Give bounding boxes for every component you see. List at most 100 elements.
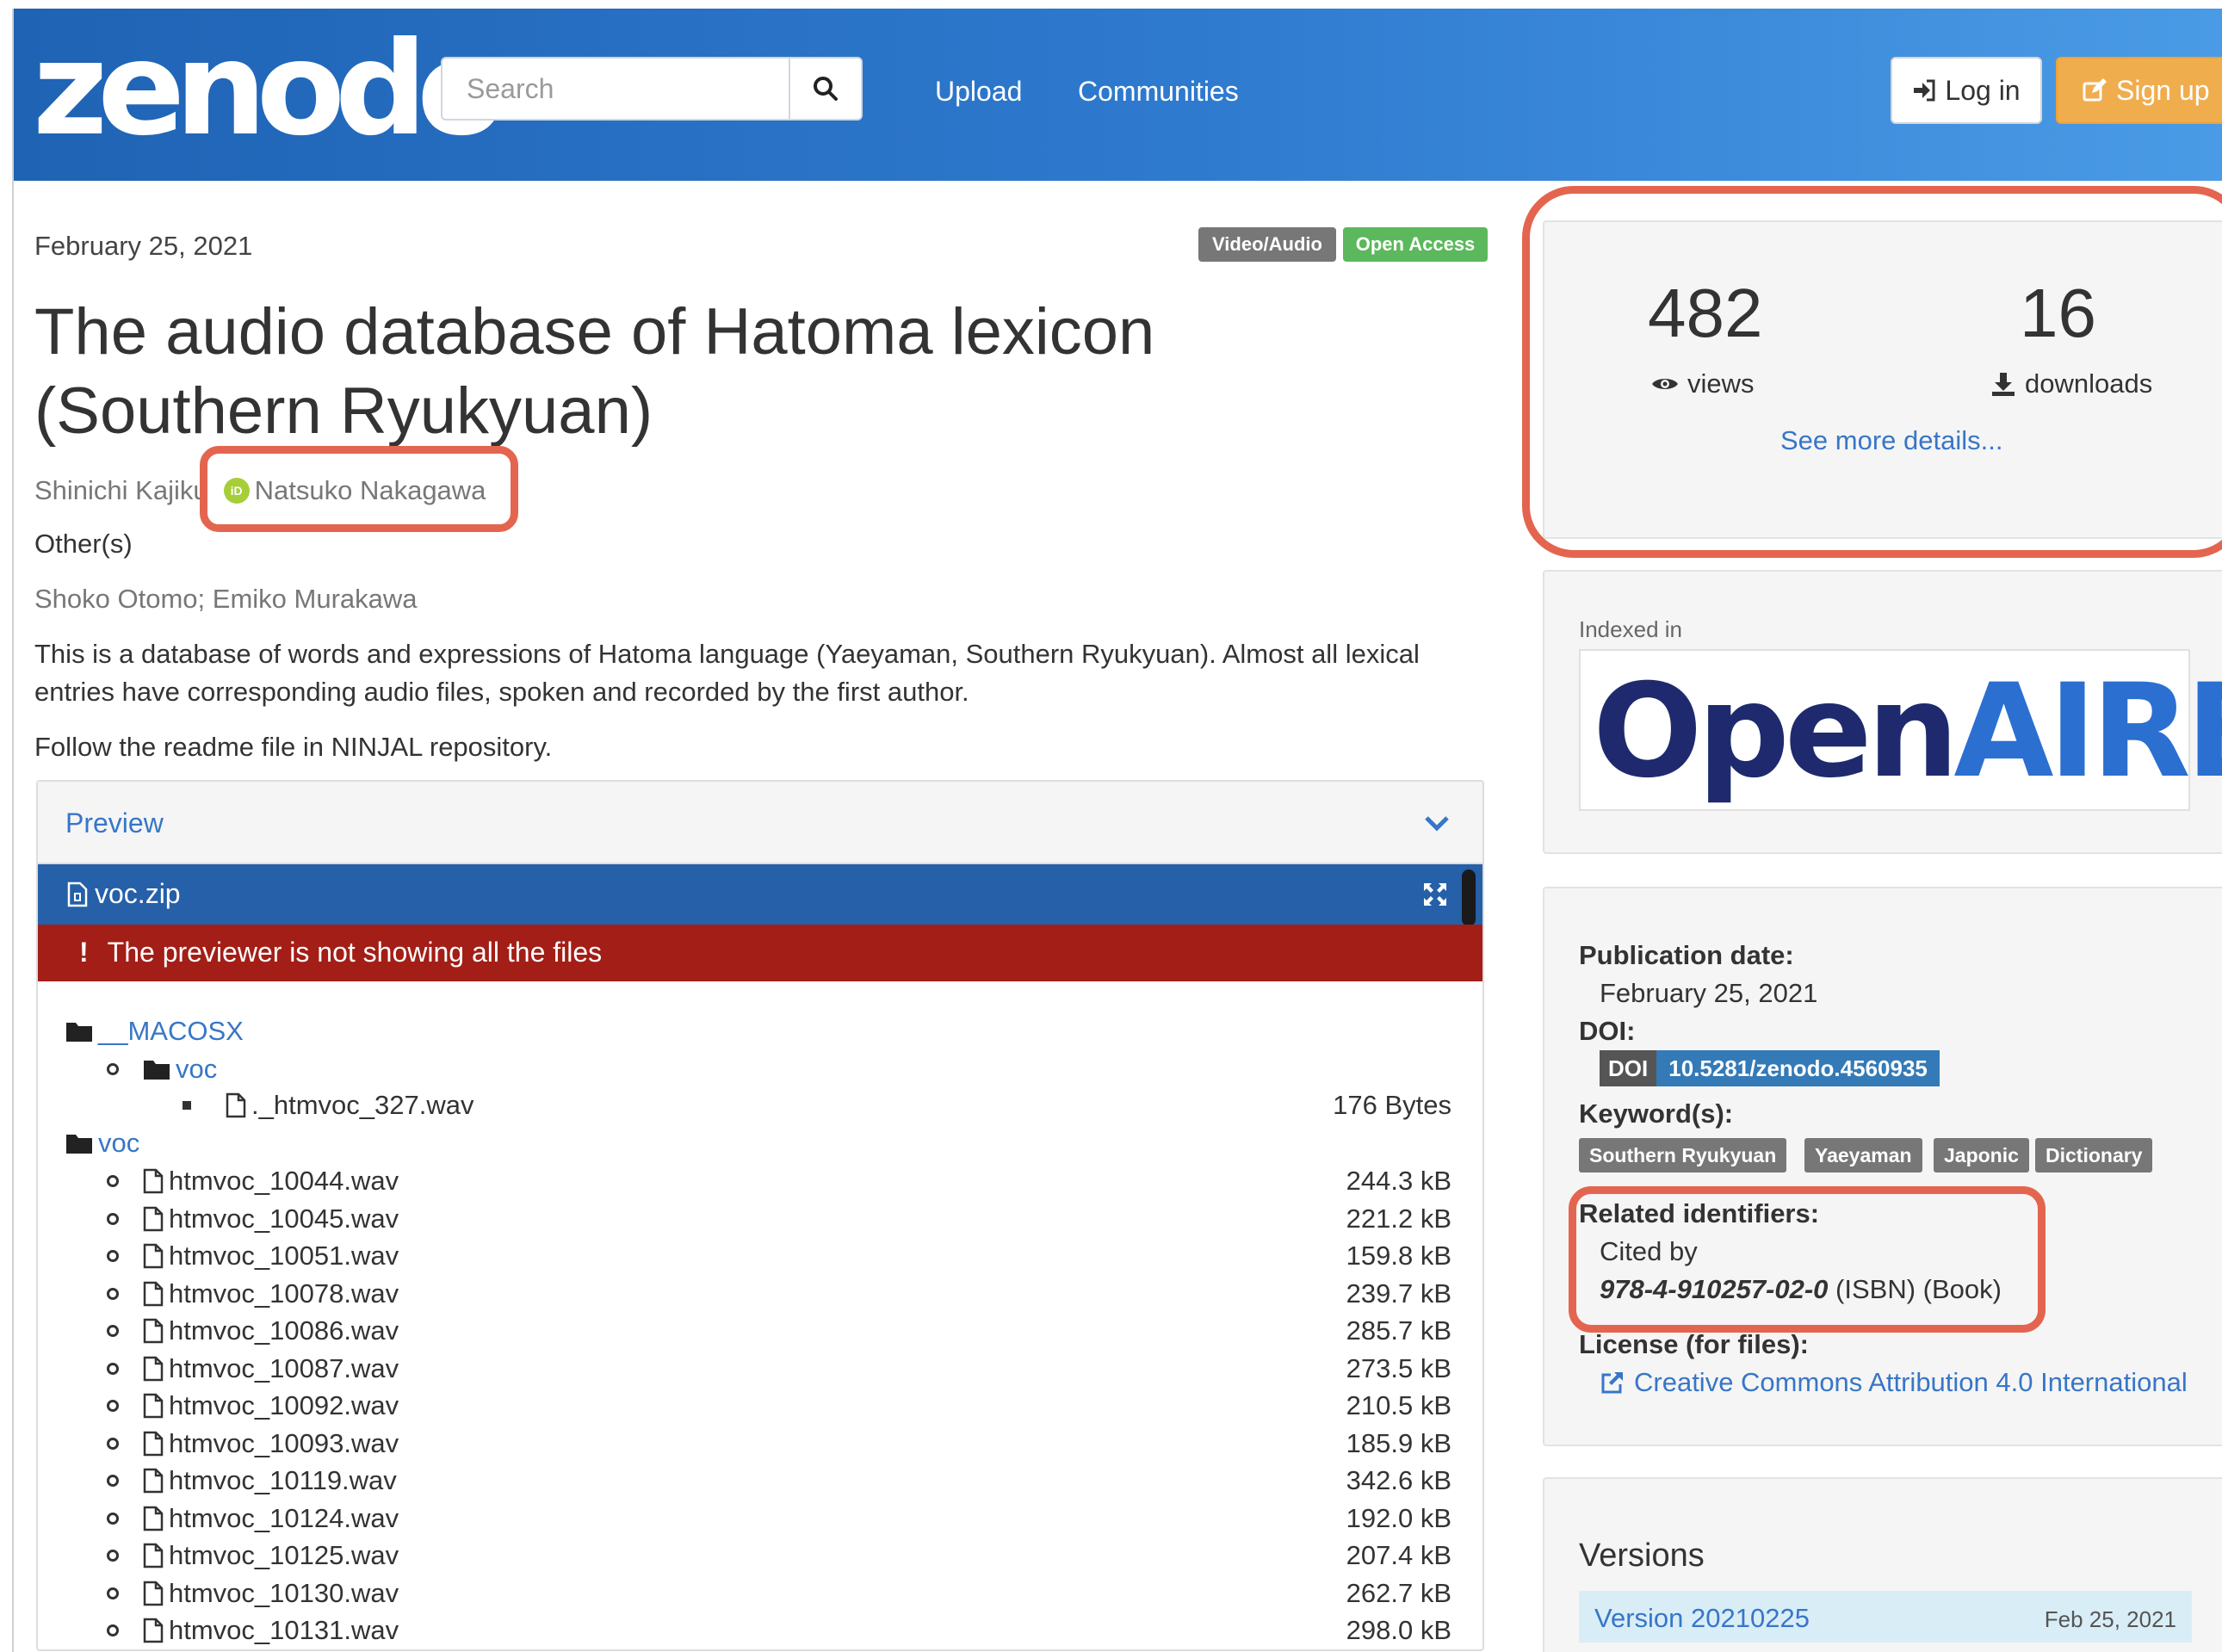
search-box — [441, 57, 863, 121]
keyword-badge[interactable]: Southern Ryukyuan — [1579, 1138, 1787, 1172]
file-row[interactable]: htmvoc_10130.wav — [107, 1576, 399, 1611]
list-bullet — [107, 1624, 119, 1637]
stats-card: 482 views 16 downloads See more details.… — [1543, 220, 2222, 539]
login-label: Log in — [1945, 74, 2021, 106]
folder-macosx[interactable]: __MACOSX — [65, 1014, 244, 1049]
zenodo-logo[interactable]: zenodo — [33, 21, 505, 158]
version-row[interactable]: Version 20210225 Feb 25, 2021 — [1579, 1591, 2192, 1643]
file-row[interactable]: htmvoc_10045.wav — [107, 1202, 399, 1236]
file-row[interactable]: ._htmvoc_327.wav — [183, 1088, 473, 1123]
indexed-label: Indexed in — [1579, 616, 1682, 642]
file-row[interactable]: htmvoc_10051.wav — [107, 1239, 399, 1273]
see-more-details-link[interactable]: See more details... — [1780, 425, 2002, 456]
list-bullet — [107, 1475, 119, 1487]
versions-card: Versions Version 20210225 Feb 25, 2021 — [1543, 1477, 2222, 1652]
file-row[interactable]: htmvoc_10125.wav — [107, 1538, 399, 1573]
list-bullet — [107, 1325, 119, 1337]
author-nakagawa[interactable]: Natsuko Nakagawa — [255, 475, 486, 506]
file-name: htmvoc_10130.wav — [169, 1578, 399, 1608]
resource-type-badge[interactable]: Video/Audio — [1198, 227, 1336, 262]
list-bullet — [107, 1063, 119, 1075]
file-size: 285.7 kB — [1346, 1315, 1451, 1346]
nav-communities-link[interactable]: Communities — [1078, 76, 1239, 108]
exclamation-icon: ! — [79, 937, 89, 968]
file-icon — [143, 1206, 164, 1232]
file-row[interactable]: htmvoc_10087.wav — [107, 1352, 399, 1386]
doi-badge[interactable]: DOI 10.5281/zenodo.4560935 — [1600, 1050, 1940, 1086]
folder-voc-label[interactable]: voc — [98, 1128, 139, 1159]
folder-macosx-label[interactable]: __MACOSX — [98, 1016, 244, 1047]
file-size: 207.4 kB — [1346, 1540, 1451, 1570]
file-icon — [143, 1506, 164, 1531]
chevron-down-icon[interactable] — [1424, 814, 1450, 833]
file-name: htmvoc_10045.wav — [169, 1203, 399, 1234]
license-link[interactable]: Creative Commons Attribution 4.0 Interna… — [1600, 1367, 2188, 1398]
file-name: htmvoc_10131.wav — [169, 1615, 399, 1645]
top-navbar: zenodo Upload Communities Log in — [14, 9, 2222, 181]
file-icon — [143, 1318, 164, 1344]
openaire-logo[interactable]: OpenAIRE — [1579, 649, 2222, 811]
doi-label: DOI: — [1579, 1016, 1636, 1046]
folder-icon — [66, 1135, 92, 1154]
list-bullet — [107, 1587, 119, 1599]
search-button[interactable] — [789, 59, 861, 119]
folder-voc[interactable]: voc — [65, 1126, 139, 1160]
views-count: 482 — [1648, 275, 1763, 351]
preview-panel: Preview voc.zip ! The previewer is not s… — [36, 780, 1484, 1651]
keyword-badge[interactable]: Dictionary — [2035, 1138, 2153, 1172]
preview-scrollbar[interactable] — [1462, 869, 1476, 926]
file-size: 262.7 kB — [1346, 1578, 1451, 1608]
file-row[interactable]: htmvoc_10044.wav — [107, 1164, 399, 1198]
file-row[interactable]: htmvoc_10119.wav — [107, 1463, 397, 1498]
folder-voc-sub-label[interactable]: voc — [176, 1054, 217, 1085]
file-row[interactable]: htmvoc_10086.wav — [107, 1314, 399, 1348]
access-right-badge[interactable]: Open Access — [1343, 227, 1488, 262]
openaire-open: Open — [1593, 657, 1959, 807]
orcid-icon[interactable]: iD — [223, 478, 250, 504]
file-size: 298.0 kB — [1346, 1615, 1451, 1645]
login-button[interactable]: Log in — [1891, 57, 2042, 124]
versions-title: Versions — [1579, 1538, 1705, 1574]
folder-icon — [144, 1061, 170, 1080]
version-link[interactable]: Version 20210225 — [1594, 1603, 1810, 1634]
file-name: htmvoc_10092.wav — [169, 1390, 399, 1420]
file-icon — [143, 1543, 164, 1568]
nav-upload-link[interactable]: Upload — [935, 76, 1022, 108]
file-icon — [143, 1281, 164, 1307]
file-row[interactable]: htmvoc_10124.wav — [107, 1501, 399, 1536]
cited-by-label: Cited by — [1600, 1236, 1698, 1266]
file-row[interactable]: htmvoc_10093.wav — [107, 1426, 399, 1461]
file-size: 273.5 kB — [1346, 1353, 1451, 1383]
search-input[interactable] — [443, 59, 790, 119]
preview-title: Preview — [65, 807, 164, 838]
keywords-label: Keyword(s): — [1579, 1098, 1734, 1129]
isbn-value[interactable]: 978-4-910257-02-0 — [1600, 1274, 1828, 1304]
file-icon — [226, 1092, 246, 1118]
file-name: htmvoc_10124.wav — [169, 1503, 399, 1533]
keyword-badge[interactable]: Yaeyaman — [1804, 1138, 1922, 1172]
preview-header[interactable]: Preview — [38, 782, 1482, 864]
file-row[interactable]: htmvoc_10078.wav — [107, 1277, 399, 1311]
file-row[interactable]: htmvoc_10092.wav — [107, 1389, 399, 1423]
downloads-count: 16 — [2020, 275, 2096, 351]
file-icon — [143, 1581, 164, 1606]
file-name: ._htmvoc_327.wav — [251, 1090, 474, 1120]
signup-button[interactable]: Sign up — [2056, 57, 2222, 124]
keyword-badge[interactable]: Japonic — [1934, 1138, 2029, 1172]
preview-alert-message: ! The previewer is not showing all the f… — [79, 937, 602, 968]
indexed-card: Indexed in OpenAIRE — [1543, 570, 2222, 854]
file-icon — [143, 1393, 164, 1419]
file-size: 221.2 kB — [1346, 1203, 1451, 1234]
file-row[interactable]: htmvoc_10131.wav — [107, 1613, 399, 1648]
previewed-file-bar: voc.zip — [38, 864, 1482, 926]
list-bullet — [107, 1438, 119, 1450]
fullscreen-icon[interactable] — [1422, 882, 1448, 907]
folder-macosx-voc[interactable]: voc — [107, 1052, 217, 1086]
edit-icon — [2083, 78, 2107, 102]
previewed-file: voc.zip — [67, 878, 181, 910]
folder-icon — [66, 1023, 92, 1042]
downloads-label: downloads — [2025, 368, 2153, 399]
author-kajiku[interactable]: Shinichi Kajiku — [34, 475, 208, 506]
list-bullet — [107, 1288, 119, 1300]
author-list: Shinichi Kajiku iD Natsuko Nakagawa — [34, 475, 486, 506]
